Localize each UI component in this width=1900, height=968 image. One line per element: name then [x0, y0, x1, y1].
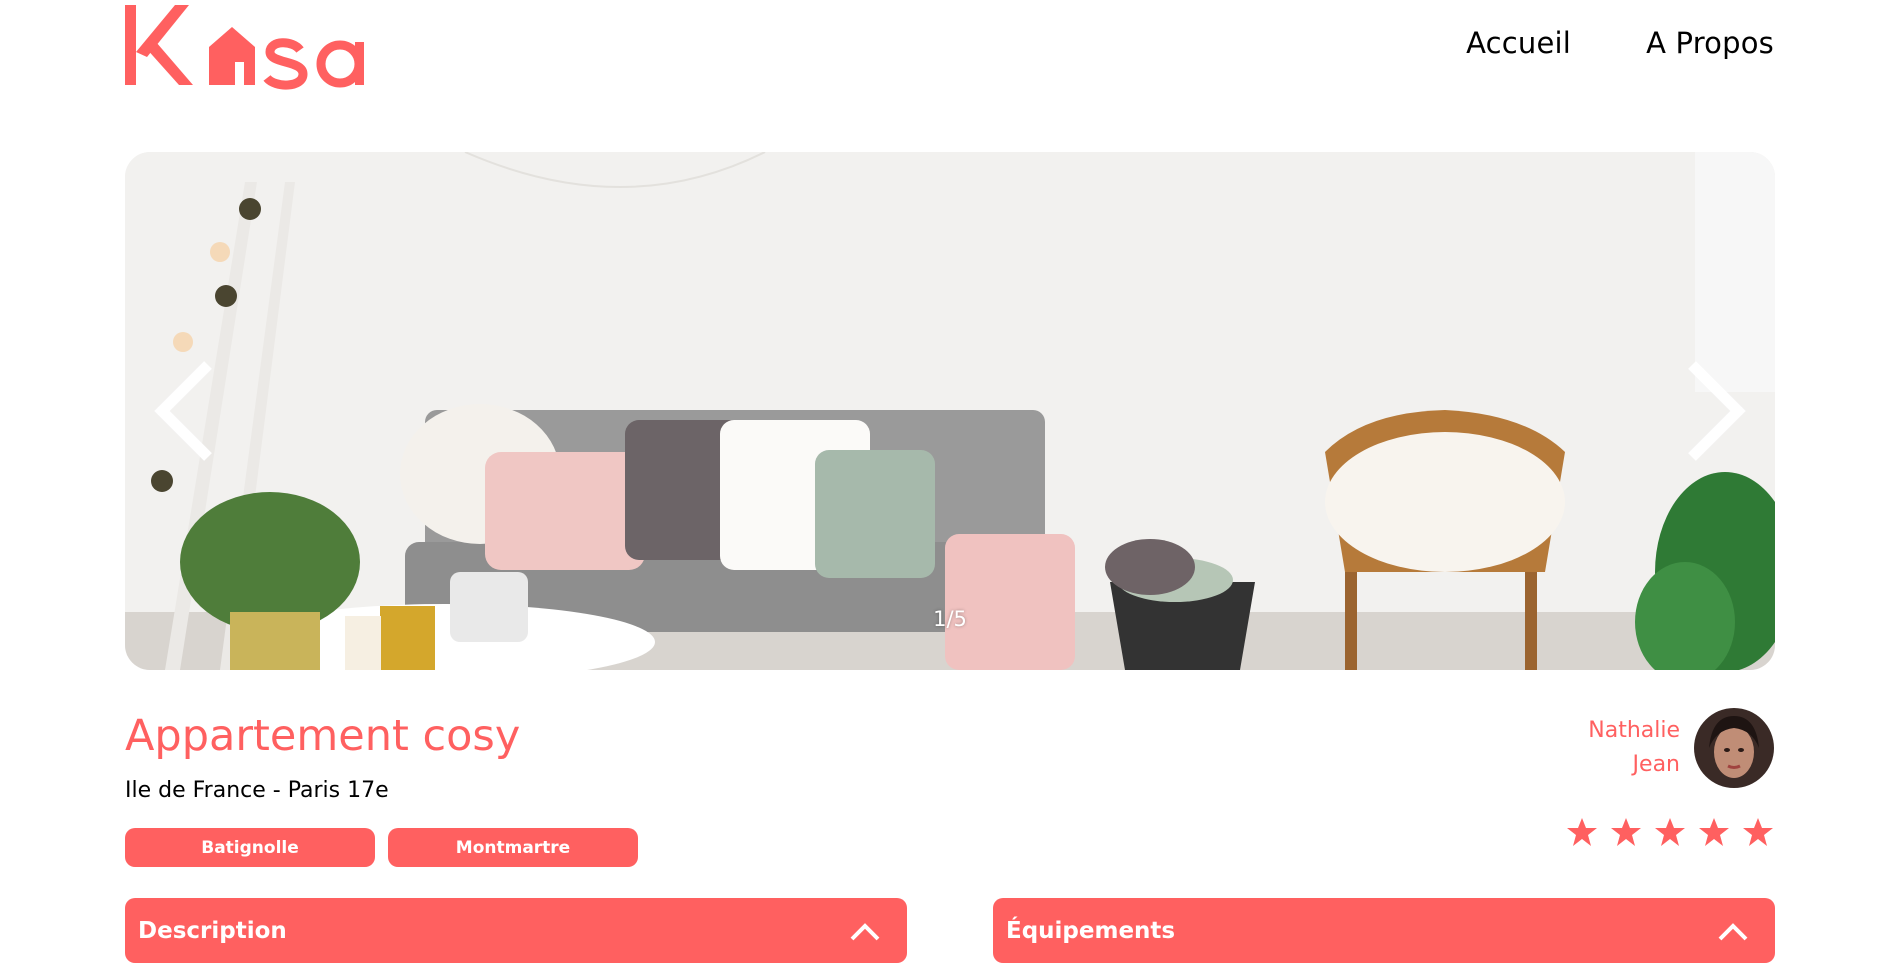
chevron-up-icon — [850, 922, 880, 940]
equipements-collapse-header[interactable]: Équipements — [993, 898, 1775, 963]
host-first-name: Nathalie — [1588, 718, 1680, 743]
image-gallery: 1/5 — [125, 152, 1775, 670]
equipements-collapse-label: Équipements — [1006, 917, 1176, 944]
star-icon-4 — [1699, 818, 1729, 846]
nav-a-propos-link[interactable]: A Propos — [1646, 26, 1774, 60]
nav-accueil-link[interactable]: Accueil — [1466, 26, 1571, 60]
kasa-logo-graphic — [125, 5, 364, 90]
star-icon-3 — [1655, 818, 1685, 846]
description-collapse-label: Description — [138, 917, 287, 944]
star-icon-2 — [1611, 818, 1641, 846]
chevron-up-icon — [1718, 922, 1748, 940]
host-last-name: Jean — [1632, 752, 1680, 777]
kasa-logo[interactable] — [125, 2, 390, 90]
star-icon-5 — [1743, 818, 1773, 846]
tag-montmartre: Montmartre — [388, 828, 638, 867]
listing-title: Appartement cosy — [125, 711, 521, 761]
host-info: Nathalie Jean — [1588, 708, 1774, 788]
host-rating — [1566, 816, 1774, 848]
main-nav: Accueil A Propos — [1466, 26, 1774, 60]
tag-batignolle: Batignolle — [125, 828, 375, 867]
host-name: Nathalie Jean — [1588, 714, 1680, 782]
description-collapse-header[interactable]: Description — [125, 898, 907, 963]
living-room-photo — [125, 152, 1775, 670]
host-avatar — [1694, 708, 1774, 788]
chevron-right-icon — [1688, 361, 1746, 461]
star-icon-1 — [1567, 818, 1597, 846]
listing-location: Ile de France - Paris 17e — [125, 778, 389, 803]
next-image-button[interactable] — [1682, 359, 1748, 463]
previous-image-button[interactable] — [152, 359, 218, 463]
chevron-left-icon — [154, 361, 212, 461]
image-counter: 1/5 — [933, 607, 967, 631]
tag-list: Batignolle Montmartre — [125, 828, 638, 867]
host-portrait — [1694, 708, 1774, 788]
